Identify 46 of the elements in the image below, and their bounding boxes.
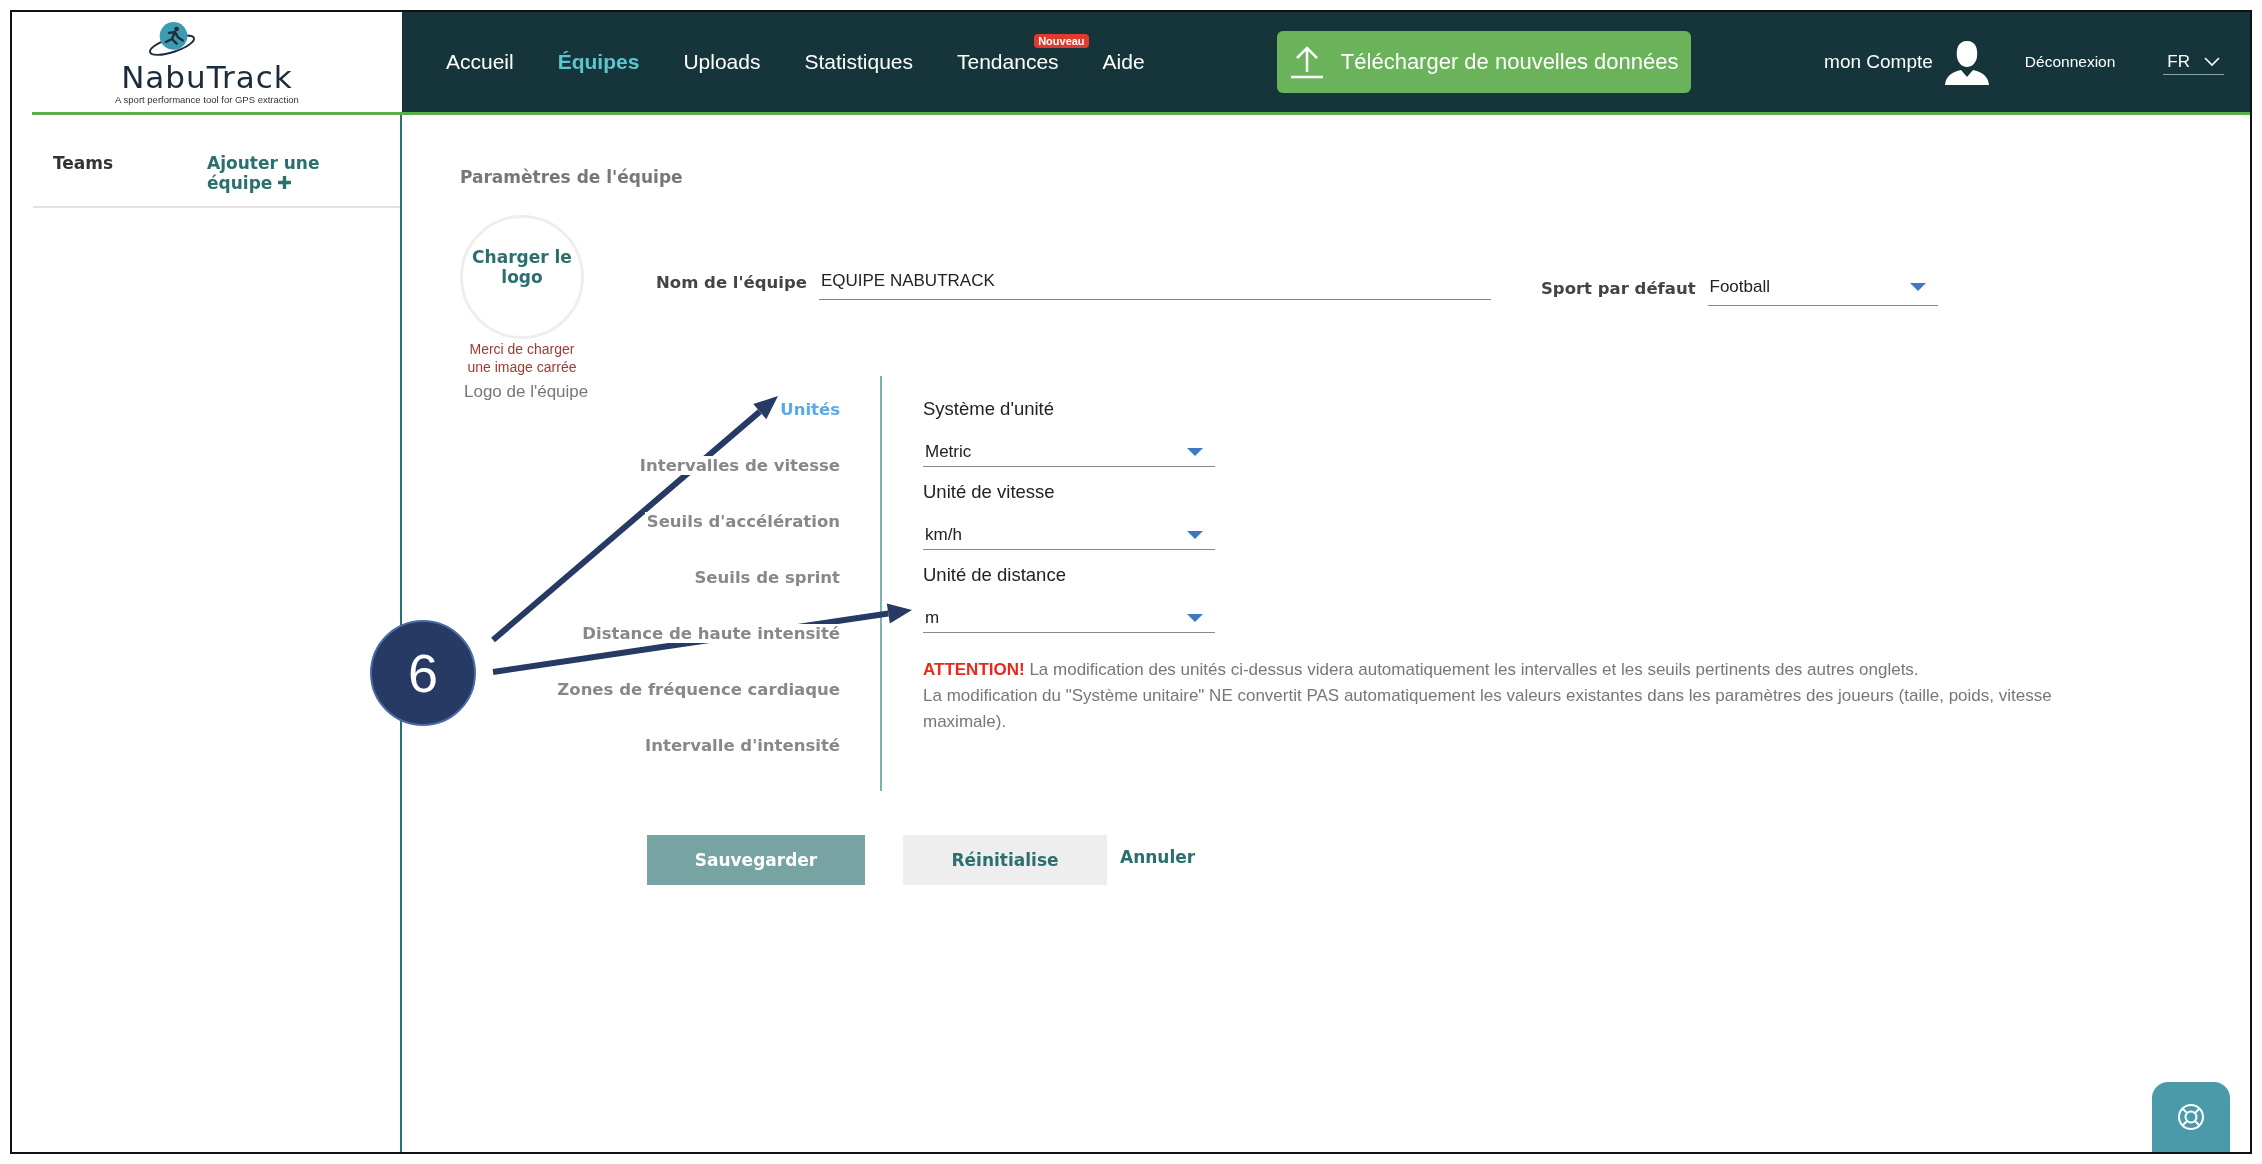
logo-hint: Merci de charger une image carrée bbox=[466, 341, 578, 376]
logo-upload-button[interactable]: Charger le logo bbox=[460, 215, 584, 339]
caret-icon bbox=[1187, 448, 1203, 456]
team-name-field[interactable]: EQUIPE NABUTRACK bbox=[818, 271, 1491, 300]
logo-tagline: A sport performance tool for GPS extraction bbox=[115, 94, 299, 106]
logo-caption: Logo de l'équipe bbox=[464, 382, 589, 402]
field-label: Nom de l'équipe bbox=[656, 273, 807, 294]
unit-select[interactable]: Metric bbox=[923, 442, 1215, 467]
unit-select[interactable]: km/h bbox=[923, 525, 1215, 550]
plus-icon bbox=[277, 175, 293, 191]
upload-icon bbox=[1288, 44, 1325, 80]
account-link[interactable]: mon Compte bbox=[1824, 51, 1933, 73]
settings-tab[interactable]: Distance de haute intensité bbox=[580, 624, 842, 643]
step-number-badge: 6 bbox=[370, 620, 476, 726]
field-label: Sport par défaut bbox=[1540, 279, 1696, 300]
field-label: Système d'unité bbox=[923, 398, 1056, 420]
logo-wordmark: NabuTrack bbox=[121, 59, 293, 95]
nav-link[interactable]: Uploads bbox=[683, 50, 761, 74]
lifebuoy-icon bbox=[2176, 1102, 2206, 1132]
help-button[interactable] bbox=[2152, 1082, 2230, 1152]
section-title: Paramètres de l'équipe bbox=[460, 167, 684, 187]
nav-link[interactable]: Aide bbox=[1102, 50, 1145, 74]
sport-select[interactable]: Football bbox=[1707, 277, 1938, 306]
chevron-down-icon bbox=[2204, 56, 2220, 67]
language-select[interactable]: FR bbox=[2163, 49, 2224, 75]
settings-tab[interactable]: Seuils de sprint bbox=[692, 568, 842, 587]
nav-link[interactable]: Statistiques bbox=[804, 50, 913, 74]
reset-button[interactable]: Réinitialise bbox=[903, 835, 1107, 885]
cancel-link[interactable]: Annuler bbox=[1120, 847, 1196, 867]
caret-icon bbox=[1909, 283, 1926, 291]
new-badge: Nouveau bbox=[1034, 34, 1089, 48]
logout-link[interactable]: Déconnexion bbox=[2024, 53, 2116, 71]
unit-select[interactable]: m bbox=[923, 608, 1215, 633]
user-icon[interactable] bbox=[1942, 39, 1991, 85]
nav-link[interactable]: Équipes bbox=[557, 50, 640, 74]
field-label: Unité de distance bbox=[923, 564, 1067, 586]
nav-link[interactable]: Tendances bbox=[957, 50, 1059, 74]
add-team-link[interactable]: Ajouter une équipe bbox=[207, 153, 357, 194]
caret-icon bbox=[1187, 531, 1203, 539]
sidebar-title: Teams bbox=[53, 153, 115, 173]
caret-icon bbox=[1187, 614, 1203, 622]
field-label: Unité de vitesse bbox=[923, 481, 1056, 503]
warning-text: ATTENTION! La modification des unités ci-dessus videra automatiquement les intervalles et les seuils pertinents des autres onglets. bbox=[923, 659, 1920, 681]
note-text: La modification du "Système unitaire" NE convertit PAS automatiquement les valeurs existantes dans les paramètres des joueurs (taille, poids, vitesse maximale). bbox=[923, 685, 2053, 733]
nav-link[interactable]: Accueil bbox=[446, 50, 514, 74]
settings-tab[interactable]: Zones de fréquence cardiaque bbox=[555, 680, 842, 699]
